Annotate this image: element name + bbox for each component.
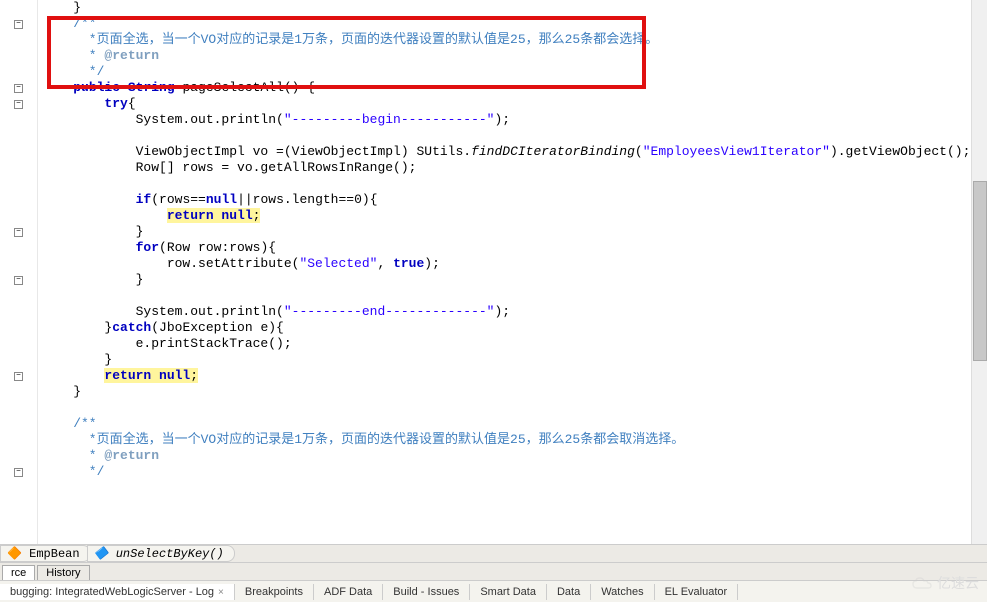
code-line: * @return — [42, 448, 987, 464]
breadcrumb-method[interactable]: 🔷 unSelectByKey() — [87, 545, 235, 562]
tab-smart-data[interactable]: Smart Data — [470, 584, 547, 600]
fold-icon[interactable]: − — [14, 20, 23, 29]
watermark: 亿速云 — [911, 573, 979, 593]
code-line: */ — [42, 464, 987, 480]
code-line: */ — [42, 64, 987, 80]
bottom-panel-tabs: bugging: IntegratedWebLogicServer - Log×… — [0, 580, 987, 602]
code-line: } — [42, 272, 987, 288]
code-line: try{ — [42, 96, 987, 112]
tab-watches[interactable]: Watches — [591, 584, 654, 600]
code-line: }catch(JboException e){ — [42, 320, 987, 336]
fold-icon[interactable]: − — [14, 276, 23, 285]
code-line — [42, 176, 987, 192]
tab-el-evaluator[interactable]: EL Evaluator — [655, 584, 739, 600]
code-line: System.out.println("---------begin------… — [42, 112, 987, 128]
code-line: *页面全选，当一个VO对应的记录是1万条，页面的迭代器设置的默认值是25，那么2… — [42, 432, 987, 448]
code-line: } — [42, 352, 987, 368]
code-line: } — [42, 224, 987, 240]
code-line: /** — [42, 416, 987, 432]
code-line: if(rows==null||rows.length==0){ — [42, 192, 987, 208]
code-line: } — [42, 384, 987, 400]
code-line: *页面全选，当一个VO对应的记录是1万条，页面的迭代器设置的默认值是25，那么2… — [42, 32, 987, 48]
code-line: for(Row row:rows){ — [42, 240, 987, 256]
code-line: e.printStackTrace(); — [42, 336, 987, 352]
code-line: System.out.println("---------end--------… — [42, 304, 987, 320]
code-line: ViewObjectImpl vo =(ViewObjectImpl) SUti… — [42, 144, 987, 160]
code-line: Row[] rows = vo.getAllRowsInRange(); — [42, 160, 987, 176]
fold-icon[interactable]: − — [14, 468, 23, 477]
code-line — [42, 288, 987, 304]
code-editor[interactable]: − − − − − − − } /** — [0, 0, 987, 544]
fold-icon[interactable]: − — [14, 228, 23, 237]
tab-build-issues[interactable]: Build - Issues — [383, 584, 470, 600]
gutter: − − − − − − − — [0, 0, 38, 544]
source-history-tabs: rce History — [0, 562, 987, 580]
close-icon[interactable]: × — [218, 587, 224, 598]
fold-icon[interactable]: − — [14, 84, 23, 93]
tab-data[interactable]: Data — [547, 584, 591, 600]
code-line: public String pageSelectAll() { — [42, 80, 987, 96]
code-line: } — [42, 0, 987, 16]
scrollbar-thumb[interactable] — [973, 181, 987, 361]
breadcrumb: 🔶 EmpBean 🔷 unSelectByKey() — [0, 544, 987, 562]
code-content[interactable]: } /** *页面全选，当一个VO对应的记录是1万条，页面的迭代器设置的默认值是… — [38, 0, 987, 544]
tab-history[interactable]: History — [37, 565, 89, 580]
vertical-scrollbar[interactable] — [971, 0, 987, 544]
breadcrumb-class[interactable]: 🔶 EmpBean — [0, 545, 91, 562]
code-line: return null; — [42, 368, 987, 384]
tab-adf-data[interactable]: ADF Data — [314, 584, 383, 600]
tab-breakpoints[interactable]: Breakpoints — [235, 584, 314, 600]
code-line: row.setAttribute("Selected", true); — [42, 256, 987, 272]
code-line — [42, 128, 987, 144]
tab-debugging-log[interactable]: bugging: IntegratedWebLogicServer - Log× — [0, 584, 235, 600]
code-line: /** — [42, 16, 987, 32]
code-line — [42, 400, 987, 416]
code-line: return null; — [42, 208, 987, 224]
fold-icon[interactable]: − — [14, 372, 23, 381]
code-line: * @return — [42, 48, 987, 64]
tab-source[interactable]: rce — [2, 565, 35, 580]
fold-icon[interactable]: − — [14, 100, 23, 109]
